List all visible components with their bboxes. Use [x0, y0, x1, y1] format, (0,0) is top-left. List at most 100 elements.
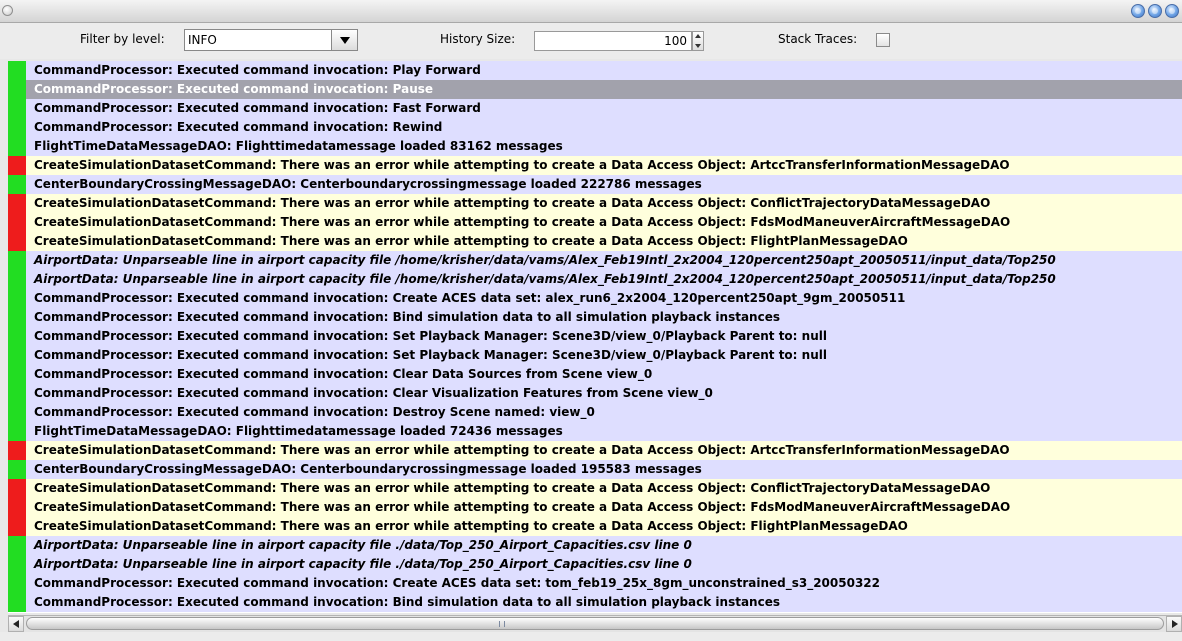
log-message: CommandProcessor: Executed command invoc…	[34, 63, 481, 77]
log-row[interactable]: CommandProcessor: Executed command invoc…	[8, 574, 1182, 593]
dropdown-arrow-icon[interactable]	[331, 30, 357, 50]
log-message: CreateSimulationDatasetCommand: There wa…	[34, 481, 991, 495]
log-message: CommandProcessor: Executed command invoc…	[34, 82, 434, 96]
log-message: CreateSimulationDatasetCommand: There wa…	[34, 500, 1011, 514]
log-row[interactable]: AirportData: Unparseable line in airport…	[8, 251, 1182, 270]
minimize-button[interactable]	[1131, 4, 1145, 18]
error-level-marker	[8, 156, 26, 175]
info-level-marker	[8, 422, 26, 441]
log-row[interactable]: FlightTimeDataMessageDAO: Flighttimedata…	[8, 422, 1182, 441]
error-level-marker	[8, 479, 26, 498]
log-row[interactable]: CommandProcessor: Executed command invoc…	[8, 99, 1182, 118]
log-row[interactable]: CenterBoundaryCrossingMessageDAO: Center…	[8, 175, 1182, 194]
log-message: CommandProcessor: Executed command invoc…	[34, 576, 881, 590]
history-size-input[interactable]: 100	[534, 31, 692, 51]
log-row[interactable]: CreateSimulationDatasetCommand: There wa…	[8, 479, 1182, 498]
error-level-marker	[8, 232, 26, 251]
window-bottom-edge	[0, 632, 1182, 641]
arrow-left-icon	[13, 620, 19, 628]
log-list[interactable]: CommandProcessor: Executed command invoc…	[8, 61, 1182, 613]
spinner-up-icon[interactable]	[695, 34, 701, 38]
log-message: CommandProcessor: Executed command invoc…	[34, 348, 827, 362]
info-level-marker	[8, 346, 26, 365]
info-level-marker	[8, 536, 26, 555]
log-message: CommandProcessor: Executed command invoc…	[34, 310, 780, 324]
log-message: CreateSimulationDatasetCommand: There wa…	[34, 215, 1011, 229]
log-message: CommandProcessor: Executed command invoc…	[34, 405, 595, 419]
log-row[interactable]: CommandProcessor: Executed command invoc…	[8, 365, 1182, 384]
filter-level-label: Filter by level:	[80, 32, 165, 46]
horizontal-scrollbar[interactable]	[8, 615, 1182, 632]
log-row[interactable]: CreateSimulationDatasetCommand: There wa…	[8, 441, 1182, 460]
log-row[interactable]: CommandProcessor: Executed command invoc…	[8, 593, 1182, 612]
history-size-label: History Size:	[440, 32, 516, 46]
spinner-down-icon[interactable]	[695, 44, 701, 48]
log-row[interactable]: CommandProcessor: Executed command invoc…	[8, 61, 1182, 80]
log-message: CreateSimulationDatasetCommand: There wa…	[34, 158, 1010, 172]
info-level-marker	[8, 251, 26, 270]
info-level-marker	[8, 80, 26, 99]
stack-traces-checkbox[interactable]	[876, 33, 890, 47]
log-row[interactable]: CenterBoundaryCrossingMessageDAO: Center…	[8, 460, 1182, 479]
info-level-marker	[8, 460, 26, 479]
log-message: CommandProcessor: Executed command invoc…	[34, 595, 780, 609]
log-row[interactable]: CommandProcessor: Executed command invoc…	[8, 118, 1182, 137]
log-row[interactable]: CreateSimulationDatasetCommand: There wa…	[8, 213, 1182, 232]
log-row[interactable]: CreateSimulationDatasetCommand: There wa…	[8, 194, 1182, 213]
log-row[interactable]: CommandProcessor: Executed command invoc…	[8, 289, 1182, 308]
log-row[interactable]: CommandProcessor: Executed command invoc…	[8, 327, 1182, 346]
log-row[interactable]: AirportData: Unparseable line in airport…	[8, 555, 1182, 574]
log-message: CenterBoundaryCrossingMessageDAO: Center…	[34, 177, 702, 191]
window-menu-icon[interactable]	[2, 5, 13, 16]
log-row[interactable]: CommandProcessor: Executed command invoc…	[8, 384, 1182, 403]
log-row[interactable]: CreateSimulationDatasetCommand: There wa…	[8, 156, 1182, 175]
log-row[interactable]: CommandProcessor: Executed command invoc…	[8, 346, 1182, 365]
maximize-button[interactable]	[1148, 4, 1162, 18]
info-level-marker	[8, 593, 26, 612]
log-row[interactable]: AirportData: Unparseable line in airport…	[8, 536, 1182, 555]
stack-traces-label: Stack Traces:	[778, 32, 858, 46]
log-row[interactable]: CommandProcessor: Executed command invoc…	[8, 308, 1182, 327]
scroll-right-button[interactable]	[1166, 616, 1182, 632]
log-message: CreateSimulationDatasetCommand: There wa…	[34, 519, 908, 533]
info-level-marker	[8, 99, 26, 118]
filter-toolbar: Filter by level: INFO History Size: 100 …	[0, 23, 1182, 59]
error-level-marker	[8, 441, 26, 460]
info-level-marker	[8, 137, 26, 156]
log-message: CommandProcessor: Executed command invoc…	[34, 329, 827, 343]
log-row[interactable]: CommandProcessor: Executed command invoc…	[8, 403, 1182, 422]
info-level-marker	[8, 574, 26, 593]
log-row[interactable]: CreateSimulationDatasetCommand: There wa…	[8, 517, 1182, 536]
info-level-marker	[8, 308, 26, 327]
info-level-marker	[8, 175, 26, 194]
filter-level-dropdown[interactable]: INFO	[184, 29, 358, 51]
log-message: CreateSimulationDatasetCommand: There wa…	[34, 196, 991, 210]
log-viewer-window: Filter by level: INFO History Size: 100 …	[0, 0, 1182, 641]
close-button[interactable]	[1165, 4, 1179, 18]
log-row[interactable]: AirportData: Unparseable line in airport…	[8, 270, 1182, 289]
log-row[interactable]: CommandProcessor: Executed command invoc…	[8, 80, 1182, 99]
log-row[interactable]: CreateSimulationDatasetCommand: There wa…	[8, 498, 1182, 517]
scroll-left-button[interactable]	[8, 616, 24, 632]
log-message: FlightTimeDataMessageDAO: Flighttimedata…	[34, 139, 563, 153]
arrow-right-icon	[1172, 620, 1178, 628]
grip-icon	[499, 621, 505, 627]
error-level-marker	[8, 498, 26, 517]
scrollbar-thumb[interactable]	[26, 617, 1164, 630]
log-message: CommandProcessor: Executed command invoc…	[34, 386, 713, 400]
info-level-marker	[8, 270, 26, 289]
error-level-marker	[8, 213, 26, 232]
error-level-marker	[8, 194, 26, 213]
log-row[interactable]: CreateSimulationDatasetCommand: There wa…	[8, 232, 1182, 251]
history-size-stepper[interactable]	[692, 31, 704, 51]
log-message: AirportData: Unparseable line in airport…	[34, 557, 692, 571]
log-message: AirportData: Unparseable line in airport…	[34, 538, 692, 552]
log-message: CommandProcessor: Executed command invoc…	[34, 101, 481, 115]
log-message: CreateSimulationDatasetCommand: There wa…	[34, 234, 908, 248]
log-row[interactable]: FlightTimeDataMessageDAO: Flighttimedata…	[8, 137, 1182, 156]
log-message: CommandProcessor: Executed command invoc…	[34, 291, 906, 305]
info-level-marker	[8, 403, 26, 422]
filter-level-value: INFO	[188, 33, 217, 47]
info-level-marker	[8, 365, 26, 384]
log-message: CommandProcessor: Executed command invoc…	[34, 367, 653, 381]
